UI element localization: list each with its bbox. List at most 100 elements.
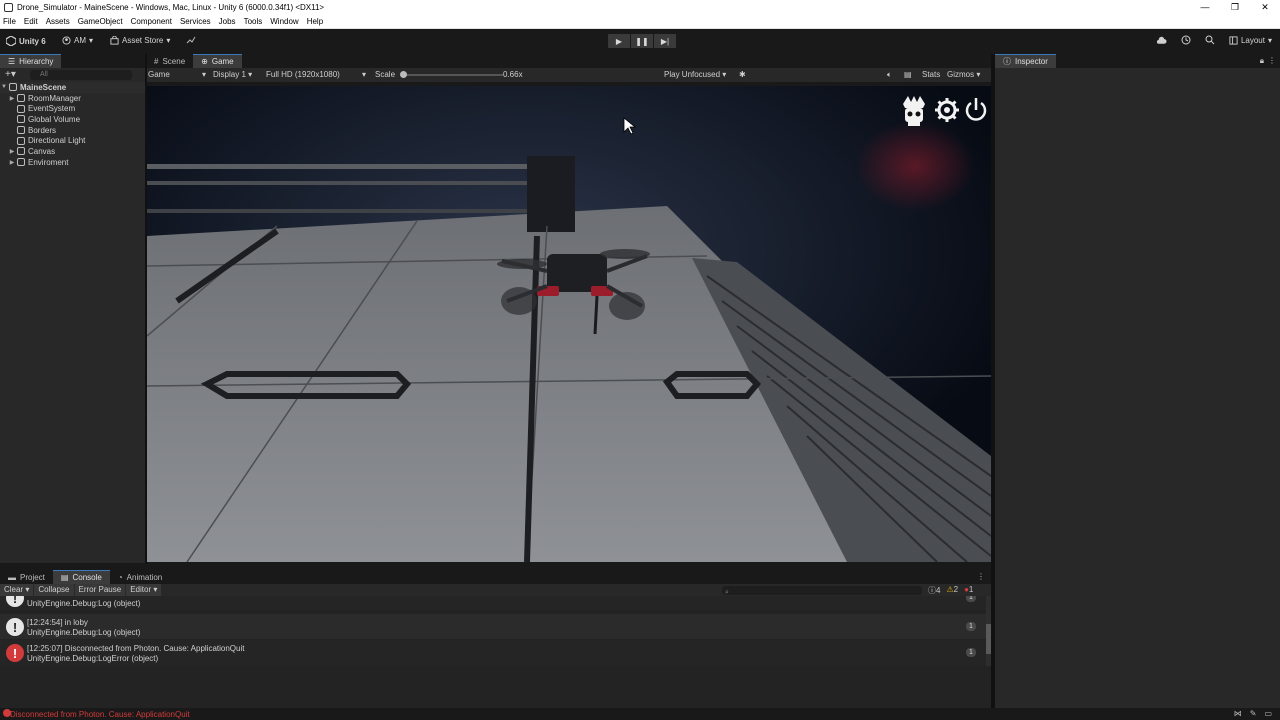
chevron-down-icon: ▾ <box>248 70 253 79</box>
divider[interactable] <box>145 54 147 564</box>
error-pause-toggle[interactable]: Error Pause <box>74 584 126 596</box>
expand-arrow-icon[interactable]: ▶ <box>8 95 16 102</box>
gizmos-dropdown[interactable]: Gizmos ▾ <box>947 70 980 79</box>
tab-game[interactable]: ⊕ Game <box>193 54 242 68</box>
log-filter-toggle[interactable]: ⓘ4 <box>928 585 940 596</box>
console-entry[interactable]: ! [12:25:07] Disconnected from Photon. C… <box>0 640 986 665</box>
tab-hierarchy[interactable]: ☰ Hierarchy <box>0 54 62 68</box>
brush-icon[interactable]: ✎ <box>1250 709 1257 718</box>
menu-tools[interactable]: Tools <box>244 17 263 26</box>
aspect-icon[interactable]: ▤ <box>904 70 912 79</box>
minimize-button[interactable]: — <box>1190 0 1220 15</box>
warning-filter-toggle[interactable]: ⚠2 <box>946 585 958 596</box>
hierarchy-item-enviroment[interactable]: ▶ Enviroment <box>0 157 145 168</box>
collapse-toggle[interactable]: Collapse <box>34 584 74 596</box>
layout-label: Layout <box>1240 35 1265 45</box>
hierarchy-scene-root[interactable]: ▼ MaineScene <box>0 82 145 93</box>
gameobject-icon <box>17 115 25 124</box>
tab-game-label: Game <box>211 57 234 66</box>
hierarchy-item-global-volume[interactable]: Global Volume <box>0 114 145 125</box>
play-button[interactable]: ▶ <box>608 34 630 48</box>
status-message[interactable]: Disconnected from Photon. Cause: Applica… <box>10 710 190 719</box>
display-dropdown[interactable]: Display 1 ▾ <box>213 70 252 79</box>
scale-value: 0.66x <box>503 70 523 79</box>
account-label: AM <box>74 36 86 45</box>
console-log-list[interactable]: ! UnityEngine.Debug:Log (object) 1 ! [12… <box>0 596 991 708</box>
menu-help[interactable]: Help <box>307 17 323 26</box>
gear-icon[interactable] <box>935 98 959 122</box>
console-search-input[interactable]: ⌕ <box>722 586 922 596</box>
scene-icon <box>9 83 17 92</box>
cloud-icon[interactable] <box>1156 36 1167 45</box>
hierarchy-search-input[interactable]: All <box>30 70 132 80</box>
tab-scene[interactable]: # Scene <box>146 54 193 68</box>
editor-dropdown[interactable]: Editor ▾ <box>126 584 162 596</box>
scale-slider-handle[interactable] <box>400 71 407 78</box>
console-entry[interactable]: ! [12:24:54] in loby UnityEngine.Debug:L… <box>0 614 986 639</box>
console-scrollbar[interactable] <box>986 596 991 666</box>
layout-dropdown[interactable]: Layout ▾ <box>1229 36 1272 45</box>
scrollbar-thumb[interactable] <box>986 624 991 654</box>
console-toolbar: Clear ▾ Collapse Error Pause Editor ▾ ⌕ … <box>0 584 991 596</box>
game-mode-dropdown[interactable]: Game ▾ <box>148 70 206 79</box>
menu-assets[interactable]: Assets <box>46 17 70 26</box>
unity-menu-button[interactable]: Unity 6 <box>6 36 46 46</box>
history-icon[interactable] <box>1181 35 1191 45</box>
lock-icon[interactable]: 🔒︎ <box>1260 56 1264 66</box>
hierarchy-item-eventsystem[interactable]: EventSystem <box>0 103 145 114</box>
tab-inspector[interactable]: ⓘ Inspector <box>995 54 1056 68</box>
tab-console[interactable]: ▤ Console <box>52 570 110 584</box>
menu-window[interactable]: Window <box>270 17 298 26</box>
play-mode-dropdown[interactable]: Play Unfocused ▾ <box>664 70 726 79</box>
more-options-icon[interactable]: ⋮ <box>977 572 985 581</box>
expand-arrow-icon[interactable]: ▶ <box>8 159 16 166</box>
hierarchy-item-label: Canvas <box>28 146 56 156</box>
entry-message: [12:25:07] Disconnected from Photon. Cau… <box>27 644 245 653</box>
inspector-panel <box>995 68 1280 708</box>
asset-store-dropdown[interactable]: Asset Store ▾ <box>110 36 170 45</box>
menu-bar: File Edit Assets GameObject Component Se… <box>0 15 1280 29</box>
hierarchy-item-canvas[interactable]: ▶ Canvas <box>0 146 145 157</box>
monitor-icon[interactable]: ▭ <box>1264 709 1272 718</box>
menu-file[interactable]: File <box>3 17 16 26</box>
account-dropdown[interactable]: AM ▾ <box>62 36 93 45</box>
close-button[interactable]: ✕ <box>1250 0 1280 15</box>
resolution-dropdown[interactable]: Full HD (1920x1080) ▾ <box>266 70 366 79</box>
hierarchy-item-borders[interactable]: Borders <box>0 125 145 136</box>
divider[interactable] <box>991 54 995 708</box>
hierarchy-item-roommanager[interactable]: ▶ RoomManager <box>0 93 145 104</box>
clear-dropdown[interactable]: Clear ▾ <box>0 584 34 596</box>
error-filter-toggle[interactable]: ●1 <box>964 585 973 596</box>
menu-edit[interactable]: Edit <box>24 17 38 26</box>
hierarchy-item-label: Directional Light <box>28 136 86 146</box>
folder-icon: ▬ <box>8 572 16 582</box>
play-controls: ▶ ❚❚ ▶| <box>608 34 676 48</box>
stats-button[interactable]: Stats <box>922 70 940 79</box>
pause-button[interactable]: ❚❚ <box>631 34 653 48</box>
version-control-button[interactable] <box>186 35 196 45</box>
bug-icon[interactable]: ✱ <box>739 70 746 79</box>
game-render <box>147 86 991 562</box>
search-icon[interactable] <box>1205 35 1215 45</box>
restore-button[interactable]: ❐ <box>1220 0 1250 15</box>
more-options-icon[interactable]: ⋮ <box>1268 56 1276 65</box>
scale-slider[interactable] <box>400 71 503 78</box>
expand-arrow-icon[interactable]: ▼ <box>0 84 8 90</box>
grid-icon: # <box>154 56 159 66</box>
tab-animation[interactable]: ◔ Animation <box>110 570 170 584</box>
network-icon[interactable]: ⋈ <box>1234 709 1242 718</box>
expand-arrow-icon[interactable]: ▶ <box>8 148 16 155</box>
menu-jobs[interactable]: Jobs <box>219 17 236 26</box>
speaker-icon[interactable]: 🔈︎ <box>887 70 892 80</box>
gameobject-icon <box>17 136 25 145</box>
add-object-button[interactable]: +▾ <box>5 69 16 80</box>
step-button[interactable]: ▶| <box>654 34 676 48</box>
tab-project[interactable]: ▬ Project <box>0 570 53 584</box>
menu-services[interactable]: Services <box>180 17 211 26</box>
console-entry[interactable]: ! UnityEngine.Debug:Log (object) 1 <box>0 596 986 610</box>
menu-gameobject[interactable]: GameObject <box>78 17 123 26</box>
hierarchy-item-label: Global Volume <box>28 114 81 124</box>
menu-component[interactable]: Component <box>131 17 172 26</box>
hierarchy-item-directional-light[interactable]: Directional Light <box>0 135 145 146</box>
game-viewport[interactable] <box>147 86 991 562</box>
